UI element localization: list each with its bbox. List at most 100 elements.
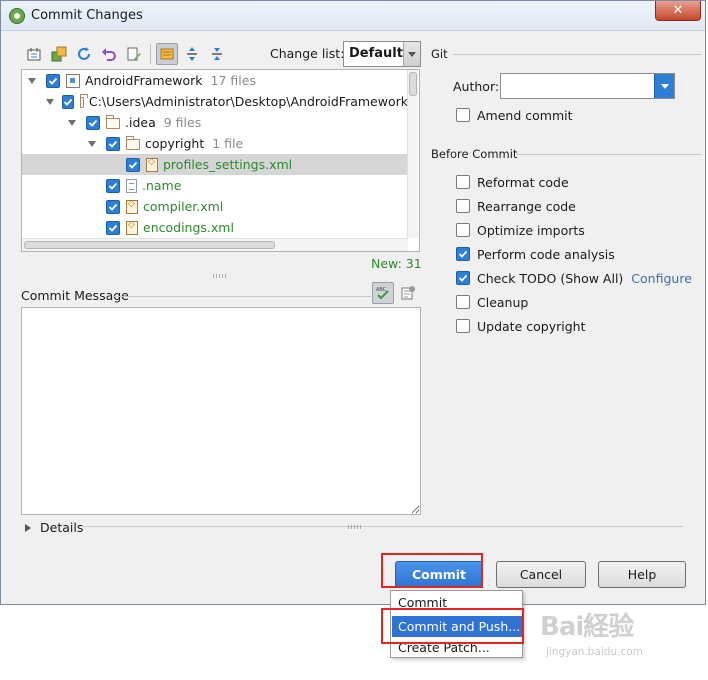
option-label: Rearrange code [477,198,576,214]
tree-row-compiler[interactable]: compiler.xml [22,196,408,217]
spellcheck-icon[interactable]: ABC [372,282,394,304]
folder-icon [106,115,120,129]
tree-checkbox[interactable] [106,178,120,193]
chevron-down-icon[interactable] [46,96,54,108]
move-to-changelist-icon[interactable] [48,43,70,65]
before-commit-section-label: Before Commit [431,147,518,161]
tree-checkbox[interactable] [46,73,60,88]
update-copyright-checkbox[interactable] [456,319,470,333]
option-label: Update copyright [477,318,586,334]
chevron-down-icon[interactable] [654,74,674,98]
tree-row-profiles-settings[interactable]: profiles_settings.xml [22,154,408,175]
baidu-watermark: Bai経验 jingyan.baidu.com [540,598,700,668]
reformat-code-option[interactable]: Reformat code [456,173,569,191]
tree-row-module[interactable]: AndroidFramework 17 files [22,70,408,91]
edit-source-icon[interactable] [123,43,145,65]
cleanup-checkbox[interactable] [456,295,470,309]
cancel-button[interactable]: Cancel [496,561,586,588]
toolbar-separator [150,44,151,64]
tree-checkbox[interactable] [106,136,120,151]
folder-icon [126,136,140,150]
module-icon [66,73,80,88]
collapse-all-icon[interactable] [206,43,228,65]
diff-icon[interactable] [23,43,45,65]
perform-code-analysis-checkbox[interactable] [456,247,470,261]
scrollbar-thumb[interactable] [24,241,275,249]
cleanup-option[interactable]: Cleanup [456,293,528,311]
option-label: Cleanup [477,294,529,310]
tree-checkbox[interactable] [86,115,100,130]
folder-icon [80,94,88,108]
changed-files-tree: AndroidFramework 17 files C:\Users\Admin… [21,69,420,252]
xml-file-icon [146,157,158,172]
tree-checkbox[interactable] [62,94,74,109]
check-todo-option[interactable]: Check TODO (Show All) Configure [456,269,692,287]
tree-vertical-scrollbar[interactable] [407,70,418,238]
new-files-count: New: 31 [371,256,422,271]
amend-commit-checkbox[interactable] [456,108,470,122]
splitter-grip[interactable] [213,274,227,278]
reformat-code-checkbox[interactable] [456,175,470,189]
expand-all-icon[interactable] [181,43,203,65]
tree-item-label: encodings.xml [143,220,234,235]
xml-file-icon [126,220,138,235]
divider [113,296,371,297]
help-button[interactable]: Help [598,561,686,588]
rollback-icon[interactable] [98,43,120,65]
check-todo-checkbox[interactable] [456,271,470,285]
tree-item-label: C:\Users\Administrator\Desktop\AndroidFr… [88,94,408,109]
details-toggle[interactable]: Details [25,520,83,535]
tree-row-idea[interactable]: .idea 9 files [22,112,408,133]
amend-commit-option[interactable]: Amend commit [456,106,573,124]
tree-row-encodings[interactable]: encodings.xml [22,217,408,238]
changes-toolbar [23,43,228,65]
optimize-imports-checkbox[interactable] [456,223,470,237]
text-file-icon [126,178,137,193]
rearrange-code-option[interactable]: Rearrange code [456,197,576,215]
tree-checkbox[interactable] [126,157,140,172]
update-copyright-option[interactable]: Update copyright [456,317,585,335]
tree-item-label: .name [142,178,182,193]
author-combobox[interactable] [500,73,675,99]
close-button[interactable]: ✕ [655,1,701,21]
commit-message-history-icon[interactable] [397,282,419,304]
option-label: Optimize imports [477,222,585,238]
optimize-imports-option[interactable]: Optimize imports [456,221,585,239]
changelist-value: Default [349,46,403,61]
refresh-icon[interactable] [73,43,95,65]
chevron-down-icon[interactable] [66,117,78,129]
commit-changes-dialog: Commit Changes ✕ Change list: Default An… [0,0,706,605]
chevron-down-icon[interactable] [26,75,38,87]
tree-item-count: 9 files [163,115,202,130]
xml-file-icon [126,199,138,214]
changelist-label: Change list: [270,46,345,61]
splitter-grip[interactable] [348,525,362,529]
chevron-down-icon[interactable] [86,138,98,150]
tree-horizontal-scrollbar[interactable] [22,238,408,251]
option-label: Reformat code [477,174,569,190]
rearrange-code-checkbox[interactable] [456,199,470,213]
tree-item-count: 1 file [212,136,244,151]
watermark-logo: Bai経验 [540,612,634,642]
changelist-dropdown[interactable]: Default [343,41,421,67]
tree-checkbox[interactable] [106,220,120,235]
chevron-down-icon[interactable] [402,42,420,66]
divider [453,54,701,55]
configure-link[interactable]: Configure [631,271,692,286]
tree-row-project-path[interactable]: C:\Users\Administrator\Desktop\AndroidFr… [22,91,408,112]
git-section-label: Git [431,47,448,61]
tree-item-label: compiler.xml [143,199,224,214]
option-label: Check TODO (Show All) [477,270,624,286]
option-label: Perform code analysis [477,246,615,262]
app-icon [9,8,25,24]
tree-item-count: 17 files [210,73,256,88]
perform-code-analysis-option[interactable]: Perform code analysis [456,245,615,263]
commit-message-textarea[interactable] [21,307,421,515]
tree-row-copyright[interactable]: copyright 1 file [22,133,408,154]
scrollbar-thumb[interactable] [409,72,417,96]
tree-row-name-file[interactable]: .name [22,175,408,196]
tree-checkbox[interactable] [106,199,120,214]
group-by-directory-icon[interactable] [156,43,178,65]
